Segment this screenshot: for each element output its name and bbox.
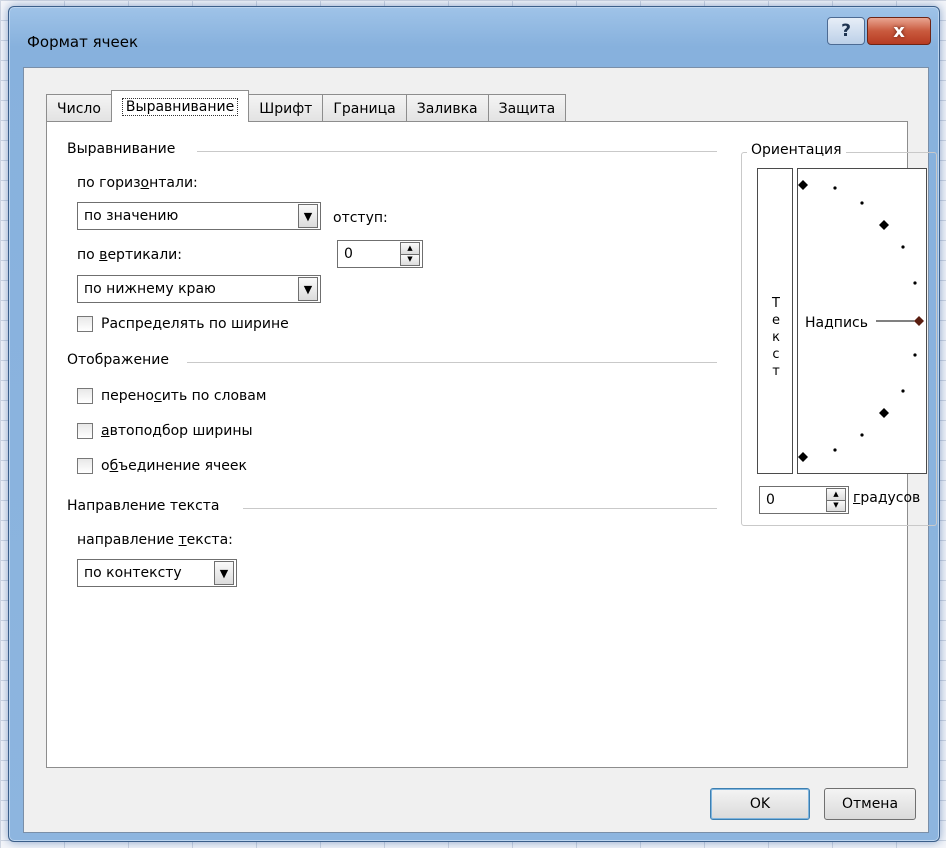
dialog-title: Формат ячеек	[27, 33, 139, 51]
shrink-to-fit-label: автоподбор ширины	[101, 423, 253, 439]
checkbox-icon[interactable]	[77, 388, 93, 404]
vertical-label: по вертикали:	[77, 247, 182, 263]
distribute-label: Распределять по ширине	[101, 316, 289, 332]
direction-select-value: по контексту	[84, 565, 182, 581]
wrap-text-checkbox[interactable]: переносить по словам	[77, 388, 266, 404]
dial-dot	[901, 389, 905, 393]
dial-dot	[913, 353, 917, 357]
tab-number-label: Число	[57, 100, 101, 117]
alignment-group-title: Выравнивание	[67, 141, 184, 157]
tab-strip: Число Выравнивание Шрифт Граница Заливка…	[46, 90, 567, 122]
cancel-button[interactable]: Отмена	[824, 788, 916, 820]
ok-button[interactable]: OK	[710, 788, 810, 820]
checkbox-icon[interactable]	[77, 458, 93, 474]
dial-diamond-90	[798, 180, 808, 190]
help-button[interactable]: ?	[827, 17, 865, 45]
chevron-down-icon[interactable]: ▼	[214, 561, 234, 585]
horizontal-label: по горизонтали:	[77, 175, 198, 191]
degrees-spinner[interactable]: 0 ▲ ▼	[759, 486, 849, 514]
tab-protection-label: Защита	[498, 100, 556, 117]
direction-group-line	[243, 508, 717, 509]
merge-cells-label: объединение ячеек	[101, 458, 247, 474]
degrees-spin-buttons[interactable]: ▲ ▼	[826, 488, 846, 512]
direction-group-title: Направление текста	[67, 498, 228, 514]
tab-font[interactable]: Шрифт	[248, 94, 324, 122]
vertical-select[interactable]: по нижнему краю ▼	[77, 275, 321, 303]
degrees-label: градусов	[853, 490, 921, 506]
tab-protection[interactable]: Защита	[487, 94, 567, 122]
indent-label: отступ:	[333, 210, 388, 226]
indent-spin-buttons[interactable]: ▲ ▼	[400, 242, 420, 266]
tab-border[interactable]: Граница	[322, 94, 407, 122]
tab-alignment-label: Выравнивание	[121, 97, 239, 116]
display-group-title: Отображение	[67, 352, 177, 368]
tab-font-label: Шрифт	[259, 100, 313, 117]
vertical-text-button[interactable]: Т е к с т	[757, 168, 793, 474]
alignment-group-line	[197, 151, 717, 152]
display-group-line	[187, 362, 717, 363]
alignment-panel: Выравнивание по горизонтали: по значению…	[46, 121, 937, 768]
tab-fill-label: Заливка	[416, 100, 478, 117]
horizontal-select-value: по значению	[84, 208, 179, 224]
dial-dot	[833, 186, 837, 190]
spin-up-icon[interactable]: ▲	[827, 489, 845, 500]
close-icon: x	[893, 20, 905, 42]
spin-down-icon[interactable]: ▼	[827, 499, 845, 511]
tab-fill[interactable]: Заливка	[405, 94, 489, 122]
horizontal-select[interactable]: по значению ▼	[77, 202, 321, 230]
dial-diamond-45	[879, 220, 889, 230]
dial-dot	[860, 201, 864, 205]
checkbox-icon[interactable]	[77, 316, 93, 332]
dial-dot	[833, 448, 837, 452]
indent-spinner[interactable]: 0 ▲ ▼	[337, 240, 423, 268]
checkbox-icon[interactable]	[77, 423, 93, 439]
tab-alignment[interactable]: Выравнивание	[110, 90, 250, 122]
dial-diamond-minus45	[879, 408, 889, 418]
direction-select[interactable]: по контексту ▼	[77, 559, 237, 587]
indent-value: 0	[344, 246, 353, 262]
spin-down-icon[interactable]: ▼	[401, 253, 419, 265]
dial-pointer-handle	[914, 316, 924, 326]
orientation-group-title: Ориентация	[747, 142, 846, 158]
degrees-value: 0	[766, 492, 775, 508]
format-cells-dialog: Формат ячеек ? x Число Выравнивание Шриф…	[8, 6, 940, 842]
tab-border-label: Граница	[333, 100, 396, 117]
dial-dot	[860, 433, 864, 437]
wrap-text-label: переносить по словам	[101, 388, 267, 404]
tab-number[interactable]: Число	[46, 94, 112, 122]
dial-diamond-minus90	[798, 452, 808, 462]
direction-label: направление текста:	[77, 532, 233, 548]
spin-up-icon[interactable]: ▲	[401, 243, 419, 254]
dial-text-label: Надпись	[805, 315, 868, 331]
dialog-client-area: Число Выравнивание Шрифт Граница Заливка…	[23, 67, 937, 833]
dial-dot	[913, 281, 917, 285]
vertical-select-value: по нижнему краю	[84, 281, 216, 297]
dial-dot	[901, 245, 905, 249]
vertical-text-letters: Т е к с т	[772, 296, 780, 379]
merge-cells-checkbox[interactable]: объединение ячеек	[77, 458, 247, 474]
close-button[interactable]: x	[867, 17, 931, 45]
shrink-to-fit-checkbox[interactable]: автоподбор ширины	[77, 423, 253, 439]
chevron-down-icon[interactable]: ▼	[298, 204, 318, 228]
chevron-down-icon[interactable]: ▼	[298, 277, 318, 301]
distribute-checkbox[interactable]: Распределять по ширине	[77, 316, 289, 332]
